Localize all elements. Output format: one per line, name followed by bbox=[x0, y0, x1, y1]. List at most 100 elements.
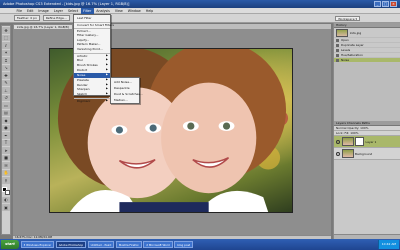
healing-brush-tool-icon[interactable]: ✚ bbox=[2, 72, 10, 79]
screen-mode-icon[interactable]: ▣ bbox=[2, 204, 10, 211]
menu-item-label: Brush Strokes bbox=[77, 63, 98, 68]
menu-select[interactable]: Select bbox=[65, 8, 80, 14]
path-selection-tool-icon[interactable]: ➤ bbox=[2, 147, 10, 154]
quick-mask-icon[interactable]: ◐ bbox=[2, 196, 10, 203]
menu-help[interactable]: Help bbox=[143, 8, 156, 14]
menu-item-label: Liquify... bbox=[77, 37, 90, 42]
filter-menu-item-last-filter[interactable]: Last Filter bbox=[74, 16, 110, 21]
history-state-label: Open bbox=[341, 38, 349, 42]
hand-tool-icon[interactable]: ✋ bbox=[2, 169, 10, 176]
history-state-label: Duplicate Layer bbox=[341, 43, 364, 47]
history-panel-empty-area bbox=[334, 63, 400, 121]
history-snapshot[interactable]: kids.jpg bbox=[334, 28, 400, 38]
taskbar-item[interactable]: Untitled - Paint bbox=[87, 240, 115, 249]
history-state-icon bbox=[336, 38, 339, 42]
clone-stamp-tool-icon[interactable]: ⊥ bbox=[2, 87, 10, 94]
minimize-button[interactable]: _ bbox=[374, 1, 381, 7]
type-tool-icon[interactable]: T bbox=[2, 139, 10, 146]
filter-menu-item-sketch[interactable]: Sketch ▶ bbox=[74, 92, 110, 97]
menu-view[interactable]: View bbox=[112, 8, 125, 14]
filter-menu-item-convert-smart[interactable]: Convert for Smart Filters bbox=[74, 21, 114, 27]
lasso-tool-icon[interactable]: ℓ bbox=[2, 42, 10, 49]
system-tray-clock: 10:42 AM bbox=[377, 240, 399, 249]
menu-item-label: Blur bbox=[77, 58, 84, 63]
menu-item-label: Filter Gallery... bbox=[77, 32, 99, 37]
menu-item-label: Last Filter bbox=[77, 16, 92, 20]
menu-item-label: Vanishing Point... bbox=[77, 47, 103, 52]
background-color-swatch[interactable] bbox=[5, 190, 10, 195]
menu-item-label: Pixelate bbox=[77, 77, 89, 82]
visibility-eye-icon[interactable] bbox=[336, 139, 340, 144]
start-button[interactable]: start bbox=[1, 240, 19, 249]
submenu-arrow-icon: ▶ bbox=[106, 99, 108, 103]
menu-filter[interactable]: Filter bbox=[80, 7, 94, 14]
noise-submenu: Add Noise... Despeckle Dust & Scratches.… bbox=[110, 77, 143, 104]
layer-thumbnail bbox=[341, 149, 354, 158]
taskbar-item-active[interactable]: Adobe Photoshop bbox=[55, 240, 87, 249]
history-state-icon bbox=[336, 48, 339, 52]
workspace-button[interactable]: Workspace ▾ bbox=[335, 16, 360, 21]
color-swatches[interactable] bbox=[2, 186, 10, 196]
history-brush-tool-icon[interactable]: ↺ bbox=[2, 94, 10, 101]
dodge-tool-icon[interactable]: ● bbox=[2, 124, 10, 131]
history-state-icon bbox=[336, 43, 339, 47]
shape-tool-icon[interactable]: ■ bbox=[2, 154, 10, 161]
taskbar-item[interactable]: 2 Microsoft Word bbox=[143, 240, 173, 249]
menu-image[interactable]: Image bbox=[36, 8, 51, 14]
blur-tool-icon[interactable]: ◆ bbox=[2, 117, 10, 124]
eyedropper-tool-icon[interactable]: ↘ bbox=[2, 64, 10, 71]
gradient-tool-icon[interactable]: ▤ bbox=[2, 109, 10, 116]
layer-row-active[interactable]: Layer 1 bbox=[334, 136, 400, 148]
taskbar-item[interactable]: Mozilla Firefox bbox=[115, 240, 142, 249]
history-state-label: Hue/Saturation bbox=[341, 53, 363, 57]
menu-item-label: Pattern Maker... bbox=[77, 42, 101, 47]
filter-menu-item-vanishing-point[interactable]: Vanishing Point... bbox=[74, 47, 110, 52]
filter-menu: Last Filter Convert for Smart Filters Ex… bbox=[73, 14, 114, 103]
layer-name: Background bbox=[355, 151, 373, 156]
snapshot-thumbnail bbox=[336, 28, 348, 37]
window-title: Adobe Photoshop CS3 Extended - [kids.jpg… bbox=[3, 2, 130, 6]
menu-item-label: Sketch bbox=[77, 92, 88, 97]
close-button[interactable]: × bbox=[390, 1, 397, 7]
eraser-tool-icon[interactable]: ▭ bbox=[2, 102, 10, 109]
taskbar-item[interactable]: 3 Windows Explorer bbox=[20, 240, 55, 249]
layer-row[interactable]: Background bbox=[334, 148, 400, 160]
history-state-icon bbox=[336, 58, 339, 62]
maximize-button[interactable]: □ bbox=[382, 1, 389, 7]
history-state-label: Levels bbox=[341, 48, 351, 52]
menu-item-label: Digimarc bbox=[77, 99, 91, 104]
refine-edge-button[interactable]: Refine Edge... bbox=[42, 15, 70, 21]
filter-menu-item-digimarc[interactable]: Digimarc ▶ bbox=[74, 98, 110, 103]
submenu-arrow-icon: ▶ bbox=[106, 92, 108, 96]
brush-tool-icon[interactable]: ✎ bbox=[2, 79, 10, 86]
snapshot-label: kids.jpg bbox=[350, 30, 362, 35]
menu-edit[interactable]: Edit bbox=[25, 8, 36, 14]
menu-item-label: Convert for Smart Filters bbox=[77, 22, 114, 27]
magic-wand-tool-icon[interactable]: ✶ bbox=[2, 49, 10, 56]
marquee-tool-icon[interactable]: ⬚ bbox=[2, 34, 10, 41]
history-state-label: Noise bbox=[341, 58, 350, 62]
notes-tool-icon[interactable]: ✉ bbox=[2, 162, 10, 169]
taskbar-item[interactable]: blog post bbox=[174, 240, 194, 249]
layer-name: Layer 1 bbox=[365, 139, 377, 144]
visibility-eye-icon[interactable] bbox=[336, 151, 340, 156]
history-state-icon bbox=[336, 53, 339, 57]
menu-analysis[interactable]: Analysis bbox=[94, 8, 113, 14]
layer-mask-thumbnail[interactable] bbox=[355, 137, 364, 146]
menu-item-label: Sharpen bbox=[77, 87, 90, 92]
menu-layer[interactable]: Layer bbox=[51, 8, 65, 14]
menu-file[interactable]: File bbox=[14, 8, 25, 14]
menu-item-label: Distort bbox=[77, 67, 88, 72]
move-tool-icon[interactable]: ✥ bbox=[2, 27, 10, 34]
layer-thumbnail bbox=[341, 137, 354, 146]
menu-item-label: Noise bbox=[77, 72, 86, 77]
menu-window[interactable]: Window bbox=[125, 8, 143, 14]
window-controls: _ □ × bbox=[374, 1, 397, 7]
taskbar: start 3 Windows Explorer Adobe Photoshop… bbox=[0, 239, 400, 250]
noise-item-median[interactable]: Median... bbox=[111, 97, 139, 103]
feather-field[interactable]: Feather: 0 px bbox=[14, 15, 40, 21]
crop-tool-icon[interactable]: ⌗ bbox=[2, 57, 10, 64]
document-canvas-area[interactable] bbox=[13, 29, 331, 235]
pen-tool-icon[interactable]: ✒ bbox=[2, 132, 10, 139]
zoom-tool-icon[interactable]: ⚲ bbox=[2, 177, 10, 184]
